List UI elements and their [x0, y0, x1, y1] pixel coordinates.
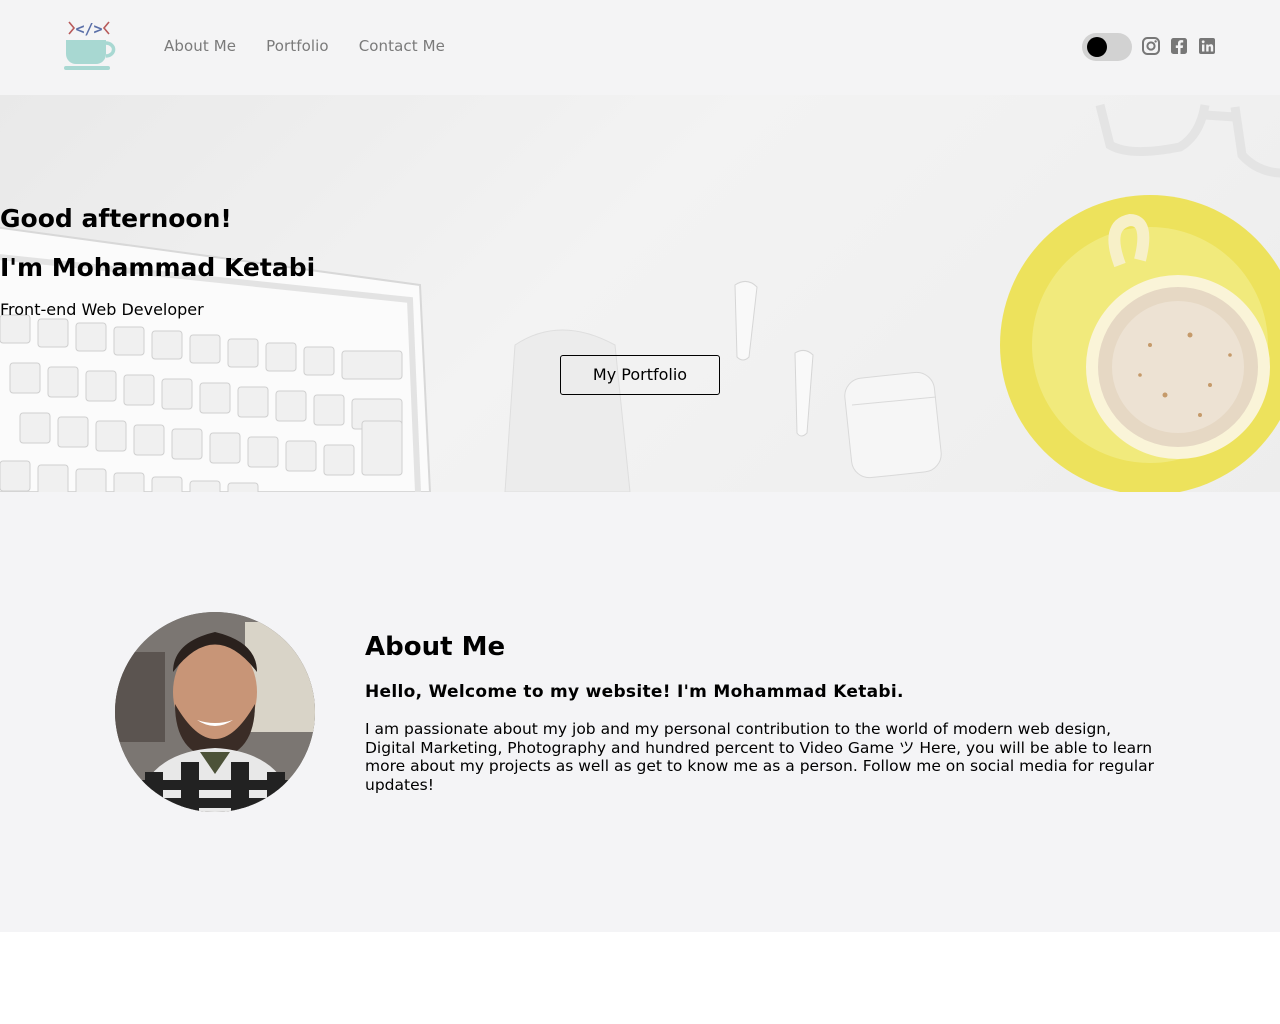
svg-text:</>: </>: [75, 20, 102, 38]
about-subtitle: Hello, Welcome to my website! I'm Mohamm…: [365, 682, 904, 702]
hero-role: Front-end Web Developer: [0, 300, 204, 319]
nav-portfolio-link[interactable]: Portfolio: [266, 37, 329, 55]
nav-contact-me-link[interactable]: Contact Me: [359, 37, 445, 55]
dark-mode-toggle[interactable]: [1082, 33, 1132, 61]
hero-name: I'm Mohammad Ketabi: [0, 253, 316, 282]
instagram-icon[interactable]: [1141, 36, 1161, 56]
about-section: About Me Hello, Welcome to my website! I…: [0, 492, 1280, 932]
toggle-knob: [1087, 37, 1107, 57]
hero-greeting: Good afternoon!: [0, 204, 232, 233]
nav-about-me-link[interactable]: About Me: [164, 37, 236, 55]
hero-section: Good afternoon! I'm Mohammad Ketabi Fron…: [0, 95, 1280, 492]
profile-photo: [115, 612, 315, 812]
main-nav: About Me Portfolio Contact Me: [164, 37, 445, 55]
site-header: </> About Me Portfolio Contact Me: [0, 0, 1280, 95]
coffee-cup-image: [1000, 195, 1280, 492]
facebook-icon[interactable]: [1169, 36, 1189, 56]
my-portfolio-button[interactable]: My Portfolio: [560, 355, 720, 395]
about-body-text: I am passionate about my job and my pers…: [365, 720, 1155, 794]
linkedin-icon[interactable]: [1197, 36, 1217, 56]
about-title: About Me: [365, 632, 506, 662]
hero-background-image: [0, 103, 1280, 492]
coffee-code-logo-icon[interactable]: </>: [62, 16, 116, 72]
glasses-image: [1095, 103, 1280, 178]
